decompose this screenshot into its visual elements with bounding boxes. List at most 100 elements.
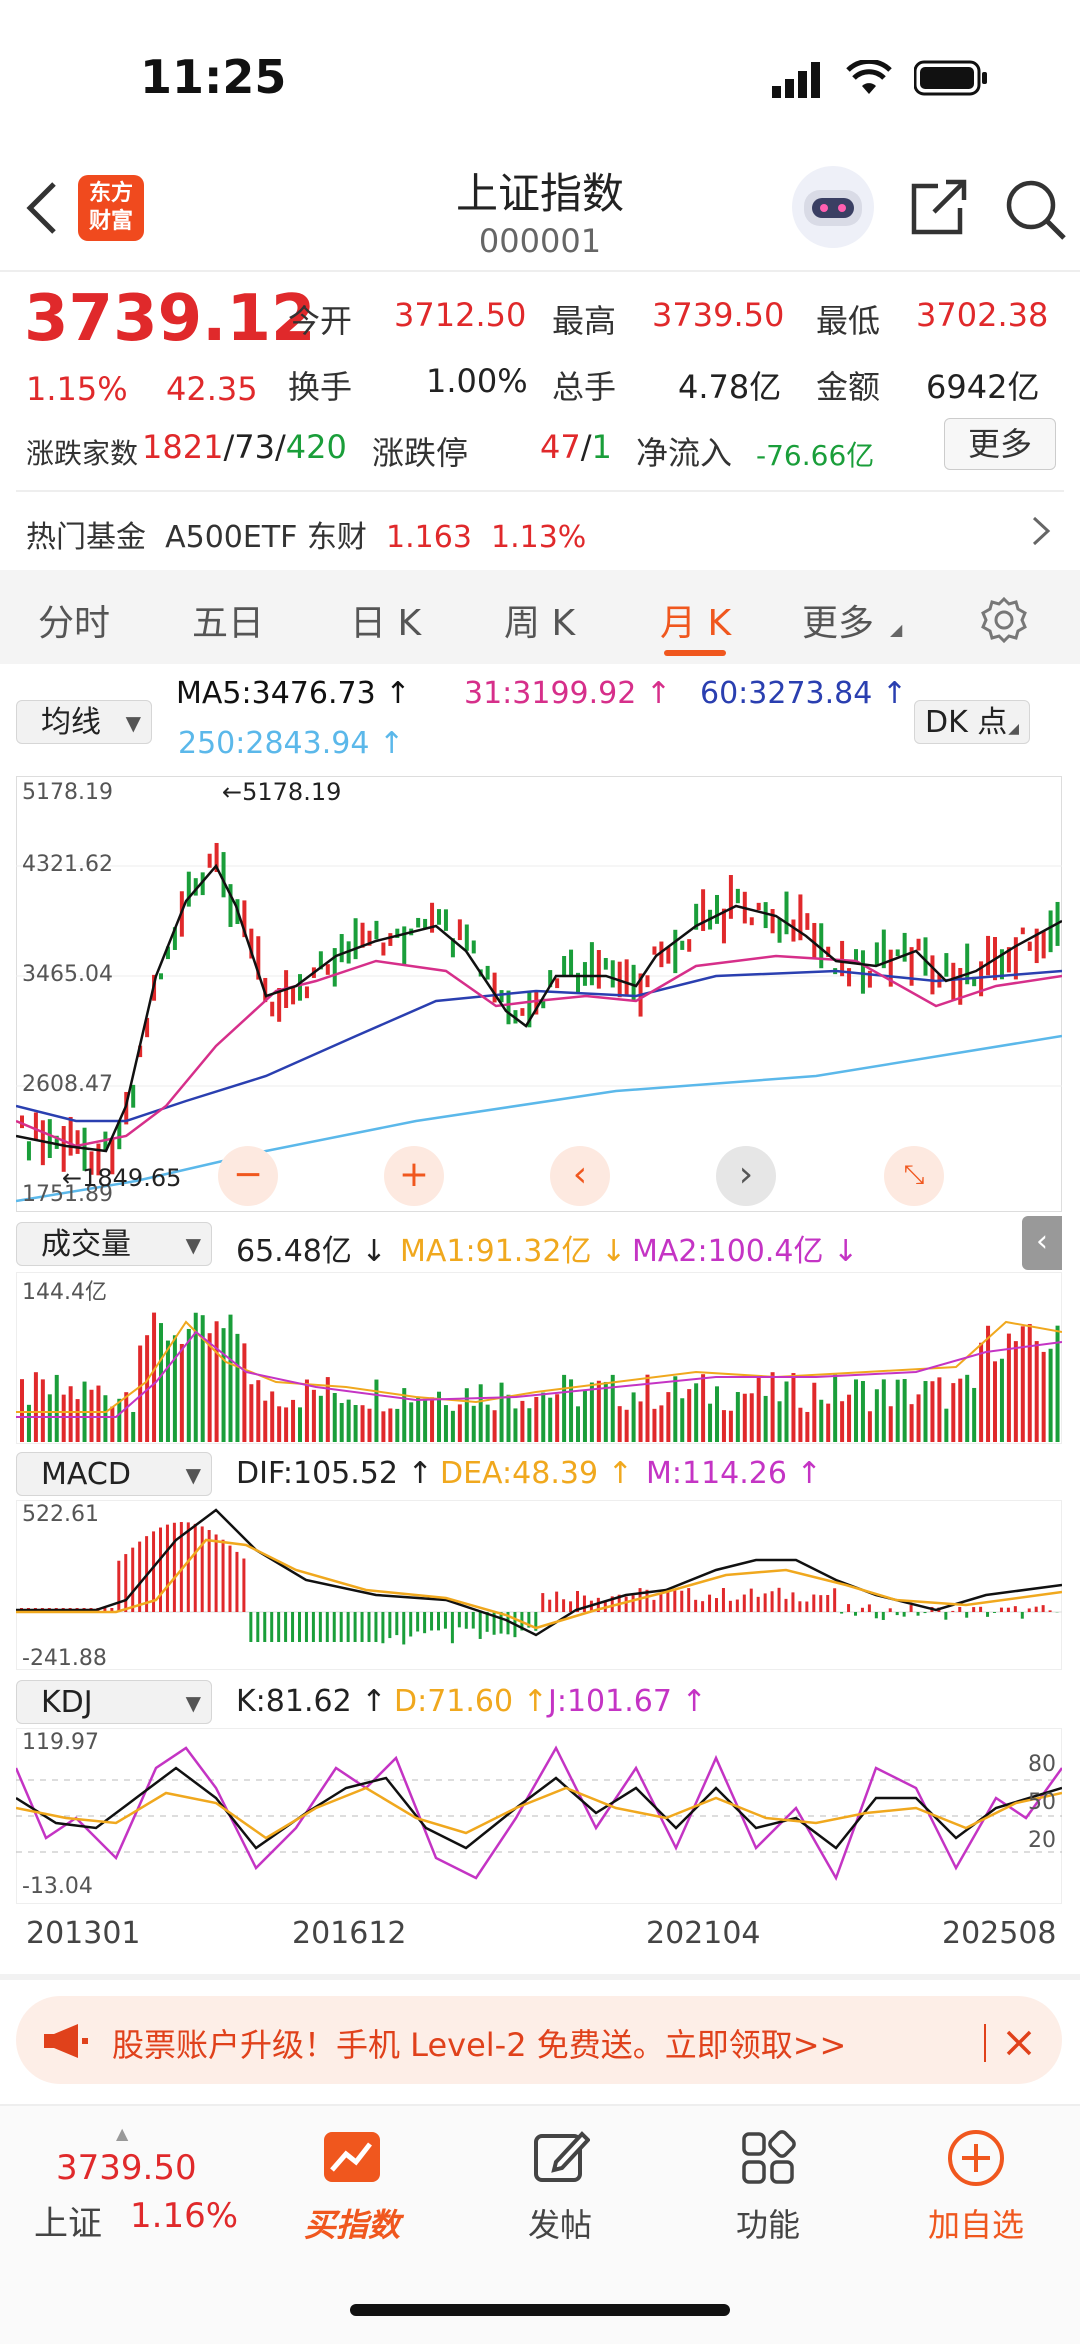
buy-index-icon[interactable] — [322, 2130, 382, 2188]
candle — [402, 926, 406, 964]
zoom-in-button[interactable]: + — [384, 1146, 444, 1206]
candle — [159, 973, 163, 979]
volume-bar — [791, 1373, 795, 1442]
functions-grid-icon[interactable] — [740, 2130, 796, 2190]
nav-post[interactable]: 发帖 — [490, 2200, 630, 2246]
kline-axis-2: 4321.62 — [22, 852, 113, 877]
zoom-out-button[interactable]: − — [218, 1146, 278, 1206]
macd-bar — [840, 1612, 843, 1614]
candle — [986, 936, 990, 975]
share-icon[interactable] — [908, 178, 970, 242]
tab-five-day[interactable]: 五日 — [192, 594, 264, 646]
macd-dea: DEA:48.39 ↑ — [440, 1456, 633, 1491]
candle — [131, 1085, 135, 1108]
hot-fund-row[interactable]: 热门基金 A500ETF 东财 1.163 1.13% — [26, 512, 586, 556]
amount-value: 6942亿 — [926, 362, 1039, 408]
volume-bar — [110, 1407, 114, 1442]
volume-bar — [937, 1377, 941, 1442]
volume-bar — [729, 1411, 733, 1442]
macd-bar — [1035, 1607, 1038, 1612]
macd-bar — [159, 1528, 162, 1612]
breadth-label: 涨跌家数 — [26, 432, 138, 472]
macd-bar — [917, 1612, 920, 1616]
search-icon[interactable] — [1004, 178, 1068, 246]
nav-add-watchlist[interactable]: 加自选 — [906, 2200, 1046, 2246]
collapse-panel-button[interactable]: ‹ — [1022, 1216, 1062, 1270]
macd-bar — [166, 1525, 169, 1612]
volume-bar — [986, 1326, 990, 1442]
volume-bar — [1042, 1352, 1046, 1442]
volume-bar — [388, 1408, 392, 1442]
macd-bar — [785, 1599, 788, 1612]
kdj-chart[interactable] — [16, 1728, 1062, 1904]
macd-bar — [368, 1612, 371, 1642]
macd-chart[interactable] — [16, 1500, 1062, 1670]
volume-bar — [270, 1391, 274, 1442]
macd-bar — [395, 1612, 398, 1635]
tab-weekly-k[interactable]: 周 K — [504, 594, 575, 646]
nav-index-name[interactable]: 上证 — [34, 2196, 102, 2245]
status-time: 11:25 — [140, 50, 286, 104]
volume-bar — [722, 1410, 726, 1442]
add-watchlist-icon[interactable] — [946, 2128, 1006, 2192]
volume-bar — [27, 1405, 31, 1442]
promo-banner-text: 股票账户升级！手机 Level-2 免费送。立即领取>> — [112, 2020, 846, 2066]
volume-bar — [479, 1384, 483, 1442]
more-button[interactable]: 更多 — [944, 418, 1056, 470]
candle — [1042, 932, 1046, 959]
indicator-select-macd[interactable]: MACD▼ — [16, 1452, 212, 1496]
indicator-select-ma[interactable]: 均线▼ — [16, 700, 152, 744]
volume-bar — [180, 1344, 184, 1442]
nav-index-pct[interactable]: 1.16% — [130, 2196, 238, 2236]
scroll-left-button[interactable]: ‹ — [550, 1146, 610, 1206]
tab-daily-k[interactable]: 日 K — [350, 594, 421, 646]
volume-bar — [840, 1401, 844, 1442]
volume-bar — [903, 1379, 907, 1442]
macd-bar — [409, 1612, 412, 1636]
post-edit-icon[interactable] — [532, 2128, 590, 2190]
volume-bar — [527, 1408, 531, 1442]
tab-intraday[interactable]: 分时 — [38, 594, 110, 646]
robot-assistant-icon[interactable] — [790, 164, 876, 254]
macd-bar — [256, 1612, 259, 1642]
macd-bar — [791, 1592, 794, 1612]
macd-bar — [1000, 1608, 1003, 1612]
nav-buy-index[interactable]: 买指数 — [282, 2200, 422, 2246]
ma31-value: 31:3199.92 ↑ — [464, 676, 671, 711]
volume-bar — [520, 1401, 524, 1442]
kdj-ref-50: 50 — [1028, 1790, 1056, 1815]
candle — [458, 919, 462, 940]
scroll-right-button[interactable]: › — [716, 1146, 776, 1206]
macd-bar — [715, 1598, 718, 1612]
nav-index-price[interactable]: 3739.50 — [56, 2148, 197, 2188]
nav-functions[interactable]: 功能 — [698, 2200, 838, 2246]
chevron-right-icon[interactable] — [1030, 514, 1052, 552]
fullscreen-icon[interactable]: ⤡ — [884, 1146, 944, 1206]
caret-down-icon: ◢ — [890, 620, 902, 639]
macd-bar — [944, 1612, 947, 1620]
volume-bar — [680, 1398, 684, 1442]
indicator-select-volume[interactable]: 成交量▼ — [16, 1222, 212, 1266]
dk-point-button[interactable]: DK 点◢ — [914, 700, 1030, 744]
indicator-select-kdj[interactable]: KDJ▼ — [16, 1680, 212, 1724]
volume-bar — [736, 1392, 740, 1442]
candle — [819, 923, 823, 968]
macd-bar — [1028, 1608, 1031, 1612]
settings-gear-icon[interactable] — [980, 596, 1028, 648]
volume-bar — [222, 1328, 226, 1442]
candle — [48, 1119, 52, 1158]
volume-bar — [944, 1409, 948, 1442]
volume-bar — [430, 1397, 434, 1442]
macd-bar — [861, 1608, 864, 1612]
tab-monthly-k[interactable]: 月 K — [660, 594, 731, 646]
tab-more[interactable]: 更多 — [802, 594, 874, 646]
volume-bar — [333, 1393, 337, 1442]
volume-bar — [555, 1394, 559, 1442]
volume-chart[interactable] — [16, 1272, 1062, 1444]
macd-bar — [444, 1612, 447, 1629]
high-value: 3739.50 — [652, 296, 784, 334]
volume-bar — [319, 1396, 323, 1442]
volume-bar — [694, 1383, 698, 1442]
close-icon[interactable] — [1004, 2028, 1034, 2062]
home-indicator — [350, 2304, 730, 2316]
